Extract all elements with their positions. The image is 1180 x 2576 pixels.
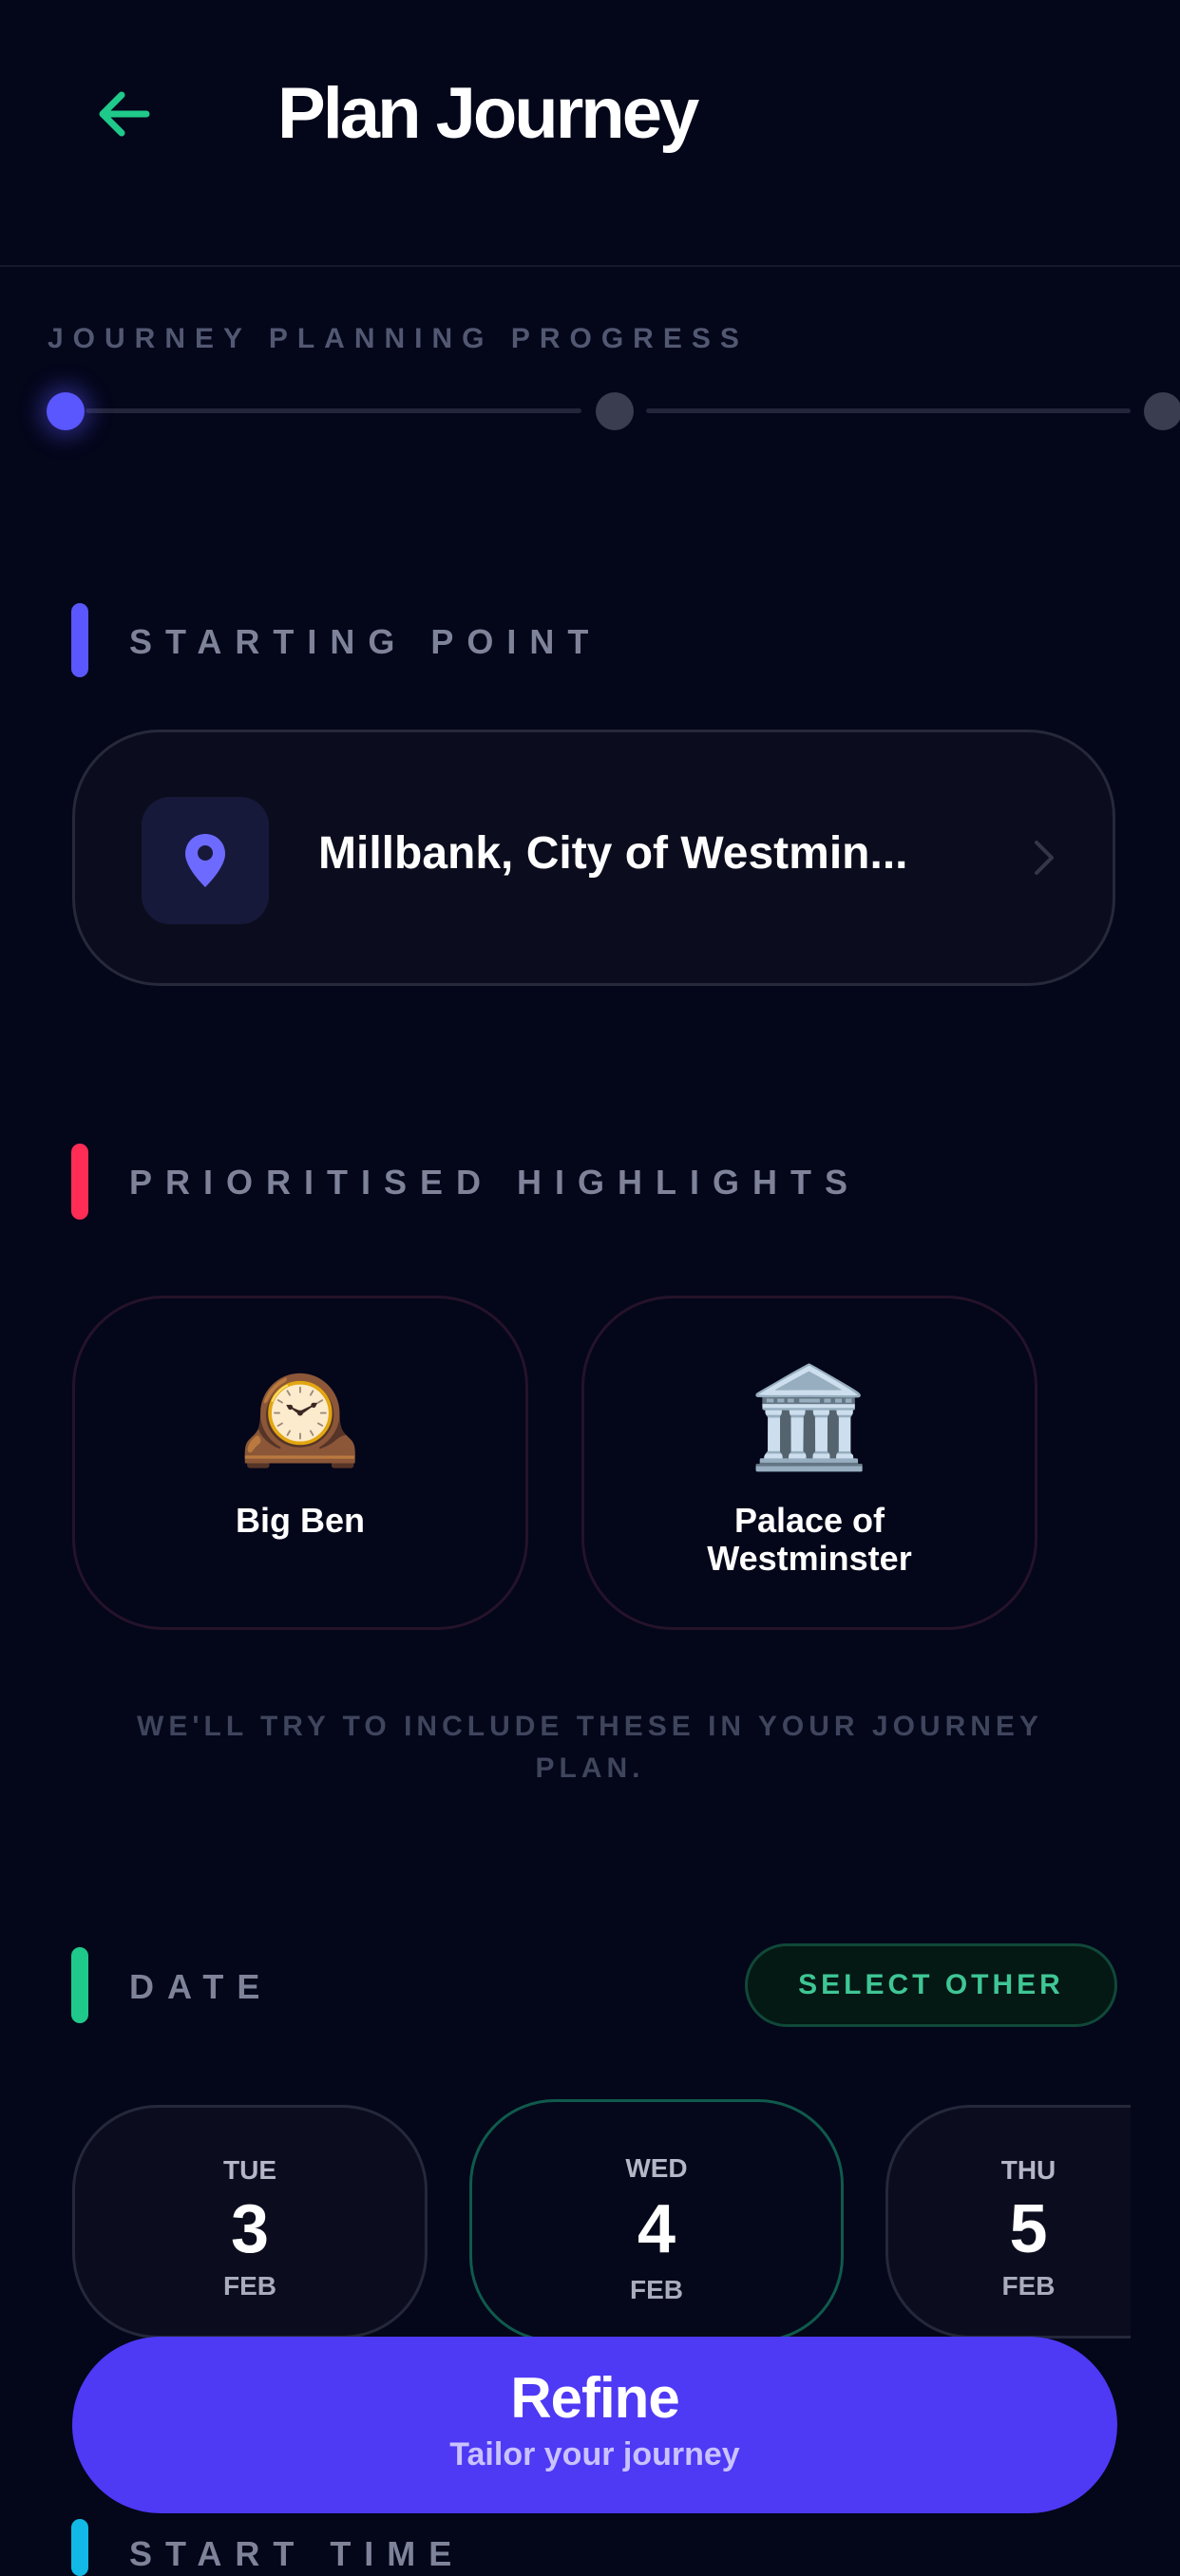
chevron-right-icon (1033, 839, 1056, 881)
starting-point-location: Millbank, City of Westmin... (318, 828, 908, 879)
date-option-wed-4-selected[interactable]: WED 4 FEB (469, 2099, 844, 2342)
back-button[interactable] (95, 85, 152, 142)
highlight-name-line-1: Palace of (733, 1501, 885, 1540)
highlights-note: WE'LL TRY TO INCLUDE THESE IN YOUR JOURN… (137, 1711, 1043, 1784)
date-option-tue-3[interactable]: TUE 3 FEB (72, 2105, 428, 2339)
highlight-card-big-ben[interactable]: 🕰️ Big Ben (72, 1296, 528, 1630)
date-accent-bar (71, 1947, 88, 2023)
highlight-name-line-2: Westminster (707, 1539, 912, 1578)
refine-button[interactable]: Refine Tailor your journey (72, 2337, 1117, 2513)
progress-step-2 (596, 392, 634, 430)
mantelpiece-clock-icon: 🕰️ (238, 1363, 362, 1473)
location-pin-tile (142, 797, 269, 924)
starting-point-label: STARTING POINT (129, 622, 602, 661)
progress-label: JOURNEY PLANNING PROGRESS (48, 323, 749, 354)
starting-point-card[interactable]: Millbank, City of Westmin... (72, 729, 1115, 986)
highlight-card-palace-of-westminster[interactable]: 🏛️ Palace of Westminster (581, 1296, 1037, 1630)
date-label: DATE (129, 1967, 274, 2006)
highlights-label: PRIORITISED HIGHLIGHTS (129, 1163, 862, 1202)
location-pin-icon (185, 834, 225, 887)
progress-step-1-active (47, 392, 85, 430)
select-other-date-button[interactable]: SELECT OTHER (745, 1943, 1117, 2027)
progress-track-1 (86, 408, 581, 413)
progress-track-2 (646, 408, 1131, 413)
refine-subtitle: Tailor your journey (449, 2436, 740, 2472)
start-time-accent-bar (71, 2519, 88, 2576)
highlights-accent-bar (71, 1144, 88, 1220)
progress-step-3 (1144, 392, 1180, 430)
start-time-label: START TIME (129, 2534, 466, 2573)
page-title: Plan Journey (277, 73, 699, 154)
starting-point-accent-bar (71, 603, 88, 677)
arrow-left-icon (99, 91, 150, 137)
header-divider (0, 265, 1180, 267)
classical-building-icon: 🏛️ (748, 1363, 871, 1473)
highlight-name: Big Ben (235, 1501, 365, 1540)
refine-title: Refine (510, 2366, 679, 2430)
date-option-thu-5[interactable]: THU 5 FEB (885, 2105, 1131, 2339)
